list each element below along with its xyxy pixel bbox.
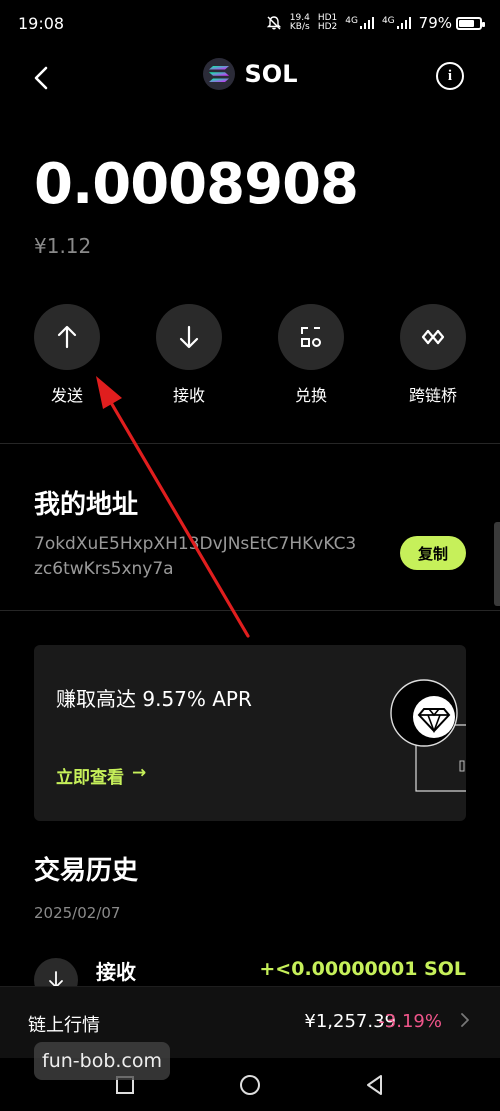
swap-label: 兑换 (294, 386, 327, 405)
chevron-right-icon (461, 1013, 469, 1027)
swap-button[interactable]: 兑换 (266, 304, 356, 406)
arrow-up-icon (57, 325, 77, 349)
swap-circle[interactable] (278, 304, 344, 370)
apr-promo-card[interactable]: 赚取高达 9.57% APR 立即查看 → (34, 645, 466, 821)
net-speed: 19.4 KB/s (289, 13, 310, 32)
action-row: 发送 接收 兑换 跨链桥 (0, 304, 500, 406)
home-icon[interactable] (237, 1072, 263, 1098)
bridge-circle[interactable] (400, 304, 466, 370)
wallet-address: 7okdXuE5HxpXH13DvJNsEtC7HKvKC3zc6twKrs5x… (34, 534, 357, 579)
signal-bars-icon (396, 17, 411, 29)
tx-amount: +<0.00000001 SOL (259, 958, 466, 980)
send-circle[interactable] (34, 304, 100, 370)
signal-sim2: 4G (382, 17, 411, 29)
status-bar: 19:08 19.4 KB/s HD1 HD2 4G 4G 79% (0, 0, 500, 46)
copy-address-button[interactable]: 复制 (400, 536, 466, 570)
battery: 79% (419, 14, 485, 32)
swap-icon (301, 327, 321, 347)
watermark: fun-bob.com (34, 1042, 170, 1080)
status-time: 19:08 (18, 13, 65, 33)
title-wrap: SOL (0, 58, 500, 90)
top-bar: SOL i (0, 52, 500, 104)
signal-bars-icon (359, 17, 374, 29)
history-title: 交易历史 (34, 856, 139, 886)
receive-circle[interactable] (156, 304, 222, 370)
divider (0, 610, 500, 611)
history-date: 2025/02/07 (34, 904, 121, 922)
market-change: -3.19% (378, 1011, 442, 1032)
bridge-label: 跨链桥 (408, 386, 457, 405)
hd-badge: HD1 HD2 (317, 13, 338, 32)
market-label: 链上行情 (28, 1015, 100, 1036)
arrow-right-icon: → (132, 763, 147, 783)
back-triangle-icon[interactable] (362, 1072, 388, 1098)
balance-fiat: ¥1.12 (34, 234, 92, 258)
arrow-down-icon (179, 325, 199, 349)
divider (0, 443, 500, 444)
battery-icon (456, 16, 485, 30)
send-button[interactable]: 发送 (22, 304, 112, 406)
battery-fill (459, 19, 475, 27)
info-button[interactable]: i (436, 62, 464, 90)
edge-handle[interactable] (494, 522, 500, 606)
address-title: 我的地址 (34, 490, 139, 520)
mute-bell-icon (266, 16, 281, 30)
page-title: SOL (244, 60, 298, 88)
signal-sim1: 4G (345, 17, 374, 29)
tx-label: 接收 (96, 960, 136, 984)
balance-amount: 0.0008908 (34, 152, 359, 217)
receive-label: 接收 (172, 386, 205, 405)
promo-title: 赚取高达 9.57% APR (56, 687, 252, 711)
bridge-icon (421, 329, 445, 345)
solana-logo-icon (202, 58, 235, 90)
status-icons: 19.4 KB/s HD1 HD2 4G 4G 79% (266, 13, 485, 32)
receive-button[interactable]: 接收 (144, 304, 234, 406)
diamond-icon (390, 679, 466, 792)
info-icon: i (447, 67, 453, 84)
promo-view-link[interactable]: 立即查看 → (56, 763, 146, 788)
send-label: 发送 (50, 386, 83, 405)
bridge-button[interactable]: 跨链桥 (388, 304, 478, 406)
